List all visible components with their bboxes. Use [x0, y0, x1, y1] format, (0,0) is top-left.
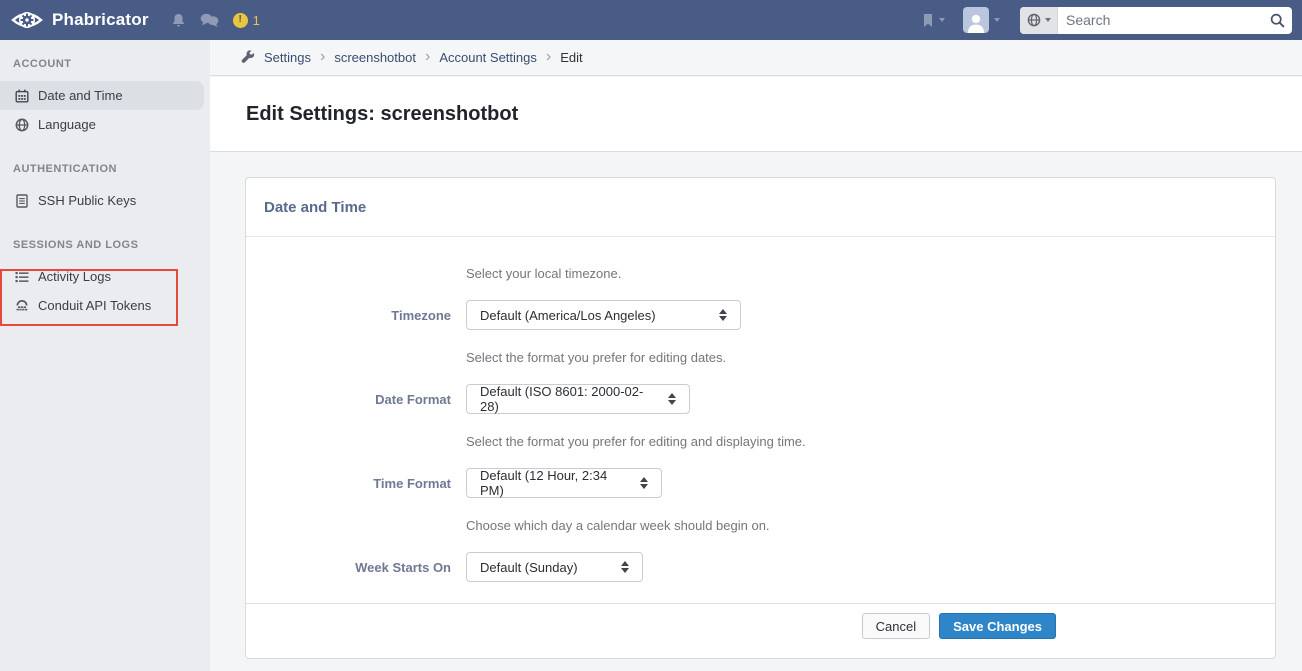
sidebar-section-label: SESSIONS AND LOGS — [0, 239, 210, 252]
field-caption: Select the format you prefer for editing… — [466, 435, 1275, 449]
search-icon[interactable] — [1262, 13, 1292, 28]
date-format-select[interactable]: Default (ISO 8601: 2000-02-28) — [466, 384, 690, 414]
main-content: Date and Time Select your local timezone… — [210, 153, 1302, 671]
page-title: Edit Settings: screenshotbot — [246, 103, 518, 126]
calendar-icon — [14, 89, 29, 103]
settings-form: Select your local timezone. Timezone Def… — [246, 237, 1275, 658]
globe-icon — [14, 118, 29, 132]
sort-icon — [707, 309, 727, 321]
breadcrumb-separator: › — [546, 49, 551, 67]
form-row-time-format: Time Format Default (12 Hour, 2:34 PM) — [246, 468, 1275, 498]
wrench-icon — [240, 50, 255, 65]
search-scope-selector[interactable] — [1020, 7, 1058, 34]
alert-counter[interactable]: ! 1 — [233, 13, 260, 28]
chat-icon[interactable] — [200, 13, 219, 28]
field-label: Week Starts On — [246, 560, 451, 575]
conduit-icon — [14, 299, 29, 312]
breadcrumb: Settings › screenshotbot › Account Setti… — [210, 40, 1302, 76]
form-row-date-format: Date Format Default (ISO 8601: 2000-02-2… — [246, 384, 1275, 414]
sidebar-section-authentication: AUTHENTICATION SSH Public Keys — [0, 163, 210, 215]
list-icon — [14, 271, 29, 283]
app-name[interactable]: Phabricator — [52, 10, 149, 30]
form-row-week-starts-on: Week Starts On Default (Sunday) — [246, 552, 1275, 582]
select-value: Default (12 Hour, 2:34 PM) — [480, 468, 628, 498]
sort-icon — [609, 561, 629, 573]
select-value: Default (Sunday) — [480, 560, 578, 575]
chevron-down-icon — [994, 18, 1000, 22]
week-starts-on-select[interactable]: Default (Sunday) — [466, 552, 643, 582]
panel-header: Date and Time — [246, 178, 1275, 237]
bookmark-icon — [922, 13, 934, 28]
phabricator-logo-icon[interactable] — [10, 5, 44, 35]
sidebar-item-conduit-api-tokens[interactable]: Conduit API Tokens — [0, 291, 204, 320]
field-caption: Select your local timezone. — [466, 267, 1275, 281]
alert-icon: ! — [233, 13, 248, 28]
time-format-select[interactable]: Default (12 Hour, 2:34 PM) — [466, 468, 662, 498]
sidebar-item-date-and-time[interactable]: Date and Time — [0, 81, 204, 110]
sidebar-item-label: Language — [38, 117, 96, 132]
sidebar-item-label: SSH Public Keys — [38, 193, 136, 208]
sidebar-item-language[interactable]: Language — [0, 110, 204, 139]
avatar — [963, 7, 989, 33]
top-navigation-bar: Phabricator ! 1 — [0, 0, 1302, 40]
breadcrumb-settings[interactable]: Settings — [264, 50, 311, 65]
user-menu[interactable] — [945, 7, 1000, 33]
form-actions: Cancel Save Changes — [246, 603, 1275, 658]
sidebar-section-label: ACCOUNT — [0, 58, 210, 71]
alert-count: 1 — [253, 13, 260, 28]
field-caption: Choose which day a calendar week should … — [466, 519, 1275, 533]
search-input[interactable] — [1058, 7, 1262, 34]
sidebar-item-activity-logs[interactable]: Activity Logs — [0, 262, 204, 291]
field-label: Time Format — [246, 476, 451, 491]
bookmarks-menu[interactable] — [922, 13, 945, 28]
sidebar-section-sessions-and-logs: SESSIONS AND LOGS Activity Logs Conduit … — [0, 239, 210, 320]
select-value: Default (America/Los Angeles) — [480, 308, 656, 323]
form-row-timezone: Timezone Default (America/Los Angeles) — [246, 300, 1275, 330]
sidebar-section-label: AUTHENTICATION — [0, 163, 210, 176]
sidebar-item-label: Date and Time — [38, 88, 123, 103]
document-icon — [14, 194, 29, 208]
select-value: Default (ISO 8601: 2000-02-28) — [480, 384, 656, 414]
breadcrumb-edit: Edit — [560, 50, 582, 65]
sidebar-item-ssh-public-keys[interactable]: SSH Public Keys — [0, 186, 204, 215]
cancel-button[interactable]: Cancel — [862, 613, 930, 639]
field-caption: Select the format you prefer for editing… — [466, 351, 1275, 365]
panel-title: Date and Time — [264, 199, 366, 216]
sidebar-item-label: Activity Logs — [38, 269, 111, 284]
date-and-time-panel: Date and Time Select your local timezone… — [245, 177, 1276, 659]
breadcrumb-screenshotbot[interactable]: screenshotbot — [334, 50, 416, 65]
notifications-bell-icon[interactable] — [171, 13, 186, 28]
breadcrumb-separator: › — [320, 49, 325, 67]
field-label: Date Format — [246, 392, 451, 407]
breadcrumb-account-settings[interactable]: Account Settings — [439, 50, 537, 65]
save-changes-button[interactable]: Save Changes — [939, 613, 1056, 639]
sort-icon — [628, 477, 648, 489]
timezone-select[interactable]: Default (America/Los Angeles) — [466, 300, 741, 330]
settings-sidebar: ACCOUNT Date and Time — [0, 40, 210, 671]
global-search — [1020, 7, 1292, 34]
sidebar-section-account: ACCOUNT Date and Time — [0, 58, 210, 139]
chevron-down-icon — [1045, 18, 1051, 22]
sort-icon — [656, 393, 676, 405]
field-label: Timezone — [246, 308, 451, 323]
globe-icon — [1027, 13, 1041, 27]
breadcrumb-separator: › — [425, 49, 430, 67]
page-header: Edit Settings: screenshotbot — [210, 77, 1302, 152]
sidebar-item-label: Conduit API Tokens — [38, 298, 151, 313]
